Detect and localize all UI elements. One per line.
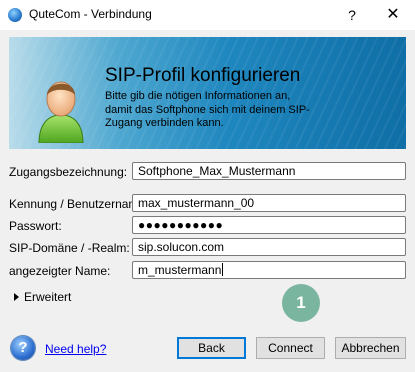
advanced-label: Erweitert xyxy=(24,290,72,304)
username-row: Kennung / Benutzername: max_mustermann_0… xyxy=(9,194,406,214)
account-name-input[interactable]: Softphone_Max_Mustermann xyxy=(132,162,406,180)
text-caret xyxy=(222,263,224,276)
page-description: Bitte gib die nötigen Informationen an, … xyxy=(105,90,310,129)
user-avatar-icon xyxy=(38,81,84,143)
display-name-value: m_mustermann xyxy=(138,263,222,277)
cancel-button[interactable]: Abbrechen xyxy=(335,337,406,359)
help-link[interactable]: Need help? xyxy=(45,342,106,356)
app-icon xyxy=(8,8,22,22)
connect-button[interactable]: Connect xyxy=(256,337,325,359)
account-name-label: Zugangsbezeichnung: xyxy=(9,165,128,179)
username-input[interactable]: max_mustermann_00 xyxy=(132,194,406,212)
sip-domain-label: SIP-Domäne / -Realm: xyxy=(9,241,130,255)
display-name-label: angezeigter Name: xyxy=(9,264,111,278)
account-name-row: Zugangsbezeichnung: Softphone_Max_Muster… xyxy=(9,162,406,182)
page-title: SIP-Profil konfigurieren xyxy=(105,65,301,86)
sip-domain-row: SIP-Domäne / -Realm: sip.solucon.com xyxy=(9,238,406,258)
username-label: Kennung / Benutzername: xyxy=(9,197,149,211)
help-title-button[interactable]: ? xyxy=(337,2,367,28)
expand-arrow-icon xyxy=(14,293,19,301)
back-button[interactable]: Back xyxy=(177,337,246,359)
window-title: QuteCom - Verbindung xyxy=(29,7,152,21)
password-input[interactable]: ●●●●●●●●●●● xyxy=(132,216,406,234)
sip-domain-input[interactable]: sip.solucon.com xyxy=(132,238,406,256)
title-bar: QuteCom - Verbindung ? ✕ xyxy=(0,0,415,30)
display-name-input[interactable]: m_mustermann xyxy=(132,261,406,279)
help-icon[interactable]: ? xyxy=(11,336,35,360)
close-button[interactable]: ✕ xyxy=(378,2,408,28)
step-badge: 1 xyxy=(282,284,320,322)
display-name-row: angezeigter Name: m_mustermann xyxy=(9,261,406,281)
header-banner: SIP-Profil konfigurieren Bitte gib die n… xyxy=(9,37,406,149)
password-row: Passwort: ●●●●●●●●●●● xyxy=(9,216,406,236)
password-label: Passwort: xyxy=(9,219,62,233)
advanced-toggle[interactable]: Erweitert xyxy=(14,290,71,304)
